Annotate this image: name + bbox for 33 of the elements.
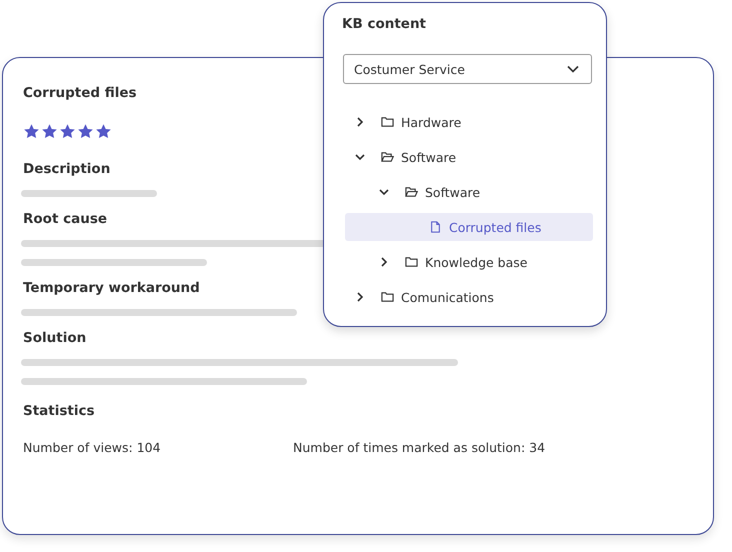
section-heading: Description: [23, 160, 110, 178]
open-folder-icon: [381, 151, 394, 163]
tree-item[interactable]: Hardware: [345, 108, 593, 136]
star-icon: [23, 123, 40, 140]
chevron-right-icon[interactable]: [355, 292, 365, 302]
tree-item[interactable]: Corrupted files: [345, 213, 593, 241]
chevron-down-icon[interactable]: [379, 187, 389, 197]
tree-item[interactable]: Software: [345, 143, 593, 171]
statistic-text: Number of times marked as solution: 34: [293, 440, 546, 455]
star-icon: [77, 123, 94, 140]
statistic-text: Number of views: 104: [23, 440, 162, 455]
tree-item[interactable]: Knowledge base: [345, 248, 593, 276]
chevron-right-icon[interactable]: [355, 117, 365, 127]
tree-item[interactable]: Software: [345, 178, 593, 206]
folder-icon: [381, 291, 394, 303]
section-heading: Statistics: [23, 402, 95, 420]
chevron-right-icon[interactable]: [379, 257, 389, 267]
file-icon: [429, 221, 442, 233]
panel-title: KB content: [342, 16, 426, 32]
star-icon: [59, 123, 76, 140]
star-icon: [95, 123, 112, 140]
section-heading: Solution: [23, 329, 86, 347]
folder-icon: [405, 256, 418, 268]
article-title: Corrupted files: [23, 84, 137, 102]
section-heading: Root cause: [23, 210, 108, 228]
tree-item[interactable]: Comunications: [345, 283, 593, 311]
star-icon: [41, 123, 58, 140]
open-folder-icon: [405, 186, 418, 198]
folder-icon: [381, 116, 394, 128]
section-heading: Temporary workaround: [23, 279, 200, 297]
category-dropdown[interactable]: Costumer Service: [343, 54, 592, 84]
chevron-down-icon: [567, 65, 579, 73]
chevron-down-icon[interactable]: [355, 152, 365, 162]
